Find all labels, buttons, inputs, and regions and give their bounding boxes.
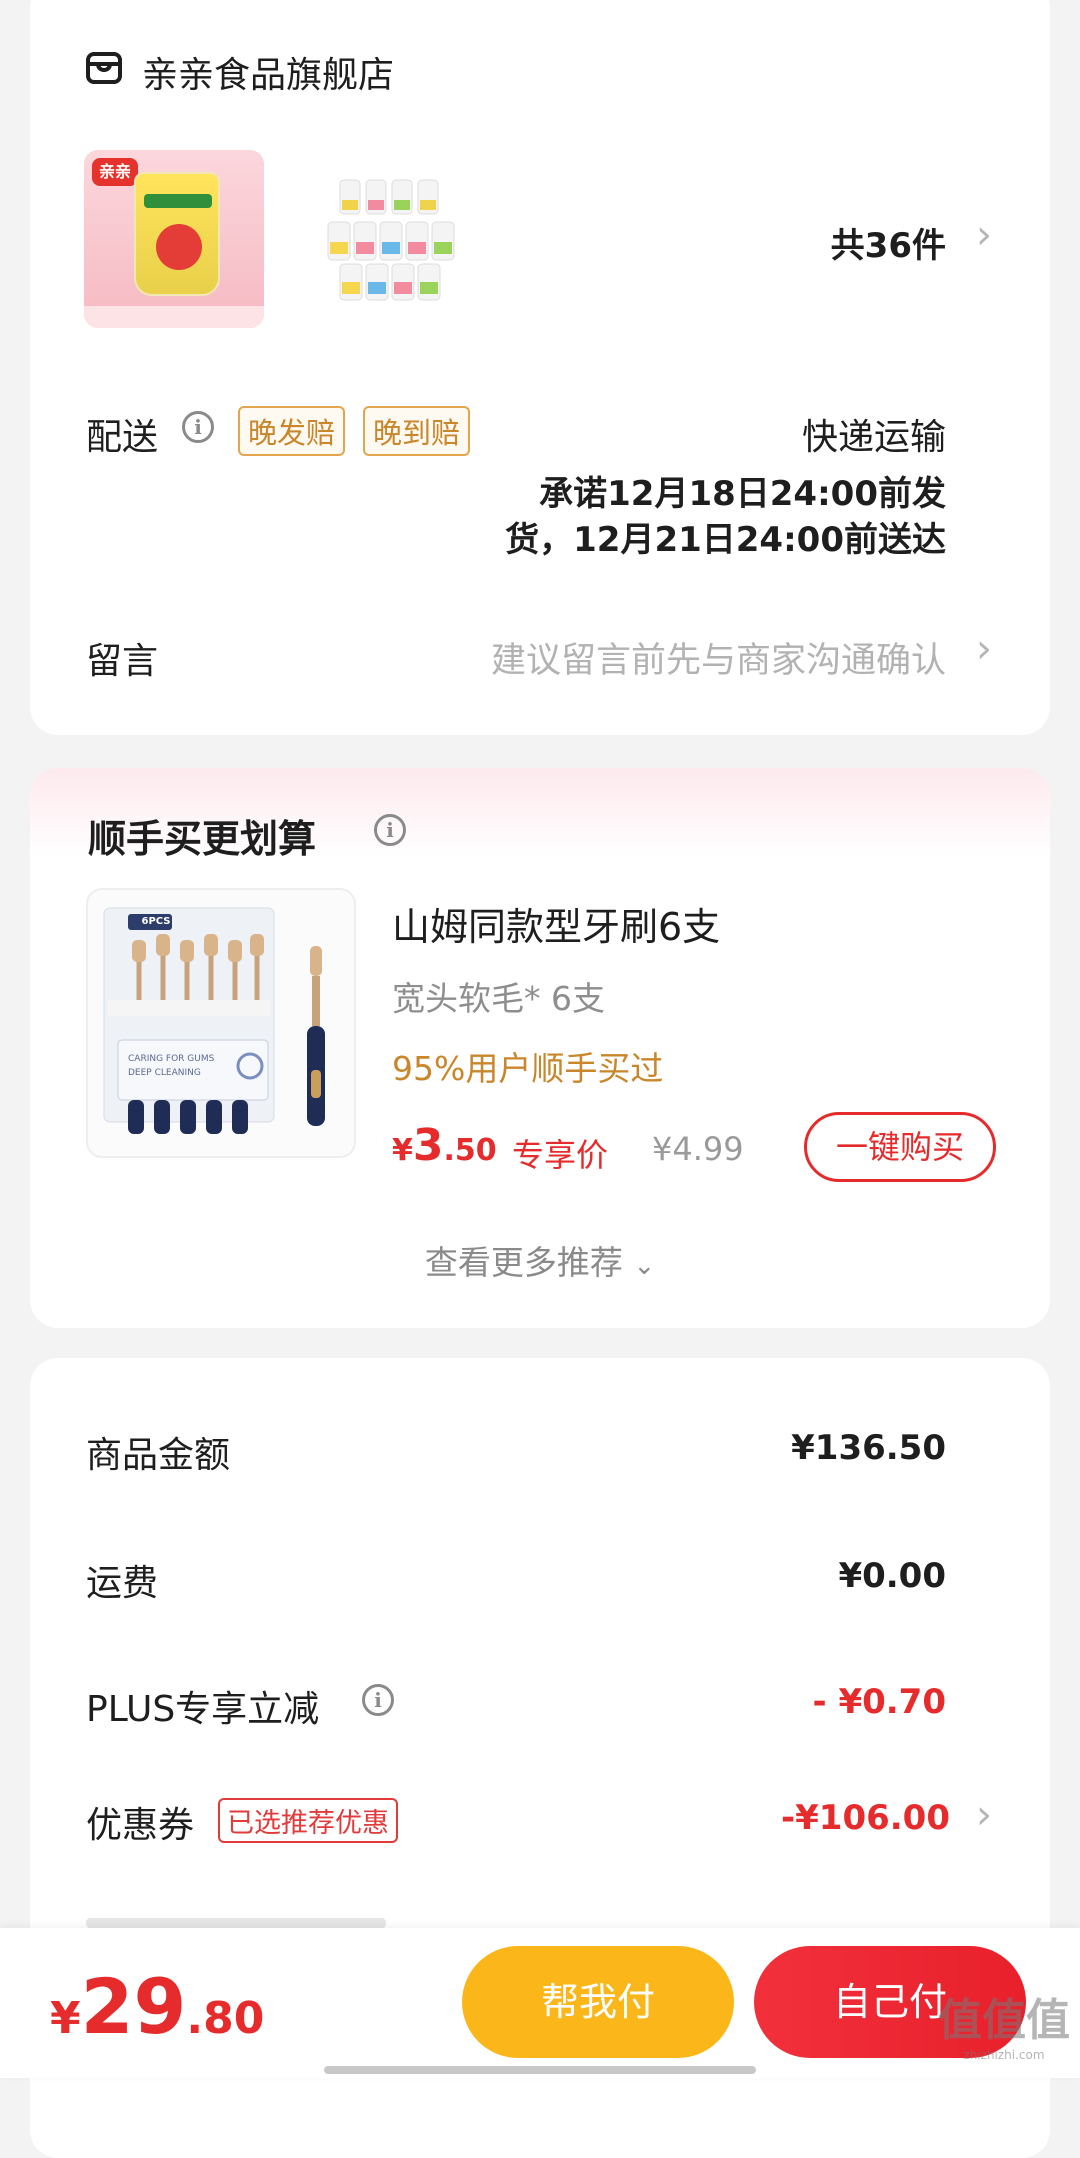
product-image-line1: CARING FOR GUMS	[128, 1054, 215, 1064]
total-price-symbol: ¥	[50, 1993, 81, 2044]
recommend-product-spec: 宽头软毛* 6支	[392, 979, 605, 1018]
product-thumbnail-jelly[interactable]: 亲亲	[84, 150, 264, 328]
freight-label: 运费	[86, 1563, 159, 1604]
view-more-label: 查看更多推荐	[424, 1243, 623, 1282]
total-price-int: 29	[80, 1962, 187, 2051]
one-click-buy-button[interactable]: 一键购买	[804, 1112, 996, 1182]
product-thumbnail-pack[interactable]	[300, 150, 480, 328]
recommend-social-proof: 95%用户顺手买过	[392, 1049, 664, 1088]
goods-amount-value: ¥136.50	[791, 1428, 946, 1468]
watermark-url: zhizhizhi.com	[963, 2048, 1045, 2062]
message-chevron-icon[interactable]: ›	[976, 626, 992, 672]
shipping-label: 配送	[86, 417, 159, 458]
recommend-title: 顺手买更划算	[88, 817, 317, 861]
watermark-logo: 值值值 zhizhizhi.com	[938, 1984, 1070, 2062]
plus-discount-value: - ¥0.70	[812, 1682, 947, 1722]
help-pay-button[interactable]: 帮我付	[462, 1946, 734, 2058]
message-input[interactable]: 建议留言前先与商家沟通确认	[491, 632, 946, 683]
plus-info-icon[interactable]: i	[362, 1684, 394, 1716]
recommend-price-dec: .50	[443, 1133, 497, 1168]
recommend-product-name[interactable]: 山姆同款型牙刷6支	[392, 896, 720, 951]
late-arrive-tag: 晚到赔	[363, 406, 471, 456]
recommend-price-int: 3	[412, 1120, 444, 1171]
recommend-price: ¥3.50	[392, 1120, 497, 1171]
chevron-down-icon: ⌄	[633, 1251, 656, 1281]
shipping-method[interactable]: 快递运输	[802, 408, 946, 460]
item-count[interactable]: 共36件	[831, 218, 946, 267]
shipping-promise-line2: 货，12月21日24:00前送达	[505, 520, 946, 560]
coupon-chevron-icon[interactable]: ›	[976, 1792, 992, 1838]
coupon-value[interactable]: -¥106.00	[781, 1798, 950, 1838]
total-price: ¥29.80	[50, 1962, 264, 2051]
recommend-card: 顺手买更划算 i 6PCS CARING FOR GUMS DEEP CLEAN…	[30, 768, 1050, 1328]
partially-hidden-row	[86, 1918, 386, 1928]
home-indicator	[324, 2066, 756, 2074]
late-ship-tag: 晚发赔	[238, 406, 346, 456]
item-count-chevron-icon[interactable]: ›	[976, 212, 992, 258]
coupon-selected-tag: 已选推荐优惠	[218, 1798, 398, 1843]
shipping-promise-line1: 承诺12月18日24:00前发	[539, 474, 946, 514]
recommend-info-icon[interactable]: i	[374, 814, 406, 846]
exclusive-price-label: 专享价	[512, 1136, 609, 1174]
recommend-price-symbol: ¥	[392, 1133, 413, 1168]
store-name[interactable]: 亲亲食品旗舰店	[142, 46, 394, 98]
message-label: 留言	[86, 641, 159, 682]
freight-value: ¥0.00	[838, 1556, 946, 1596]
watermark-text: 值值值	[938, 1995, 1070, 2046]
recommend-product-image[interactable]: 6PCS CARING FOR GUMS DEEP CLEANING	[86, 888, 356, 1158]
total-price-dec: .80	[186, 1993, 265, 2044]
store-icon	[86, 52, 122, 84]
view-more-recommend[interactable]: 查看更多推荐 ⌄	[30, 1236, 1050, 1284]
product-image-line2: DEEP CLEANING	[128, 1068, 201, 1078]
original-price: ¥4.99	[652, 1130, 744, 1168]
order-store-card: 亲亲食品旗舰店 亲亲 共36件 › 配送 i 晚发赔 晚到赔 快递运输 承诺12…	[30, 0, 1050, 735]
checkout-bar: ¥29.80 帮我付 自己付 值值值 zhizhizhi.com	[0, 1928, 1080, 2078]
coupon-label: 优惠券	[86, 1805, 195, 1846]
shipping-info-icon[interactable]: i	[182, 411, 214, 443]
plus-discount-label: PLUS专享立减	[86, 1689, 320, 1730]
goods-amount-label: 商品金额	[86, 1435, 231, 1476]
product-image-badge: 6PCS	[141, 916, 171, 927]
